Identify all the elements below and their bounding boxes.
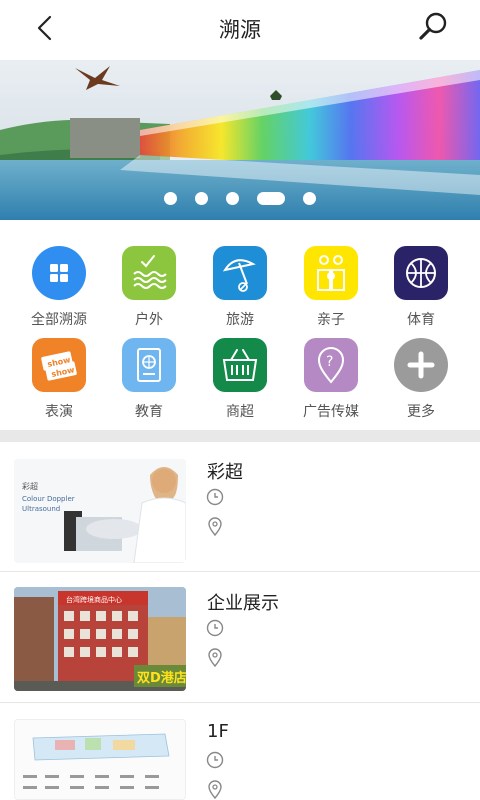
svg-text:?: ? [326,354,333,370]
basket-icon [213,338,267,392]
page-title: 溯源 [219,18,261,42]
category-outdoor[interactable]: 户外 [104,236,194,328]
grid-icon [32,246,86,300]
item-thumbnail [14,719,186,800]
app-header: 溯源 [0,0,480,56]
carousel-dot-active[interactable] [257,192,285,205]
clock-icon [206,751,224,769]
item-thumbnail: 台湾跨境商品中心 双D港店 [14,587,186,691]
carousel-indicator[interactable] [0,192,480,206]
list-item[interactable]: 台湾跨境商品中心 双D港店 企业展示 [0,573,480,703]
carousel-dot[interactable] [164,192,177,205]
basketball-icon [394,246,448,300]
category-family[interactable]: 亲子 [286,236,376,328]
outdoor-icon [122,246,176,300]
carousel-dot[interactable] [195,192,208,205]
umbrella-icon [213,246,267,300]
category-label: 表演 [45,404,73,420]
category-label: 户外 [135,312,163,328]
carousel-dot[interactable] [303,192,316,205]
category-label: 更多 [407,404,435,420]
carousel-dot[interactable] [226,192,239,205]
category-label: 亲子 [317,312,345,328]
category-label: 旅游 [226,312,254,328]
show-ticket-icon: show show [32,338,86,392]
category-label: 教育 [135,404,163,420]
category-label: 全部溯源 [31,312,87,328]
clock-icon [206,619,224,637]
family-icon [304,246,358,300]
location-question-icon: ? [304,338,358,392]
plus-icon [394,338,448,392]
category-all[interactable]: 全部溯源 [14,236,104,328]
location-pin-icon [206,647,224,668]
svg-text:Ultrasound: Ultrasound [22,505,60,513]
section-divider [0,430,480,442]
item-title: 1F [207,721,229,742]
item-title: 企业展示 [207,593,279,614]
clock-icon [206,488,224,506]
category-grid: 全部溯源 户外 旅游 亲子 体育 show show 表演 教育 商超 ? 广告… [0,236,480,428]
thumb-caption: 彩超 [22,481,38,491]
category-travel[interactable]: 旅游 [195,236,285,328]
category-supermarket[interactable]: 商超 [195,328,285,420]
category-label: 广告传媒 [303,404,359,420]
item-title: 彩超 [207,462,243,483]
passport-icon [122,338,176,392]
list-item[interactable]: 1F [0,705,480,800]
category-education[interactable]: 教育 [104,328,194,420]
location-pin-icon [206,779,224,800]
item-thumbnail: 彩超 Colour Doppler Ultrasound [14,459,186,563]
location-pin-icon [206,516,224,537]
thumb-tag: 双D港店 [137,670,186,686]
category-advertising[interactable]: ? 广告传媒 [286,328,376,420]
list-item[interactable]: 彩超 Colour Doppler Ultrasound 彩超 [0,442,480,572]
category-label: 体育 [407,312,435,328]
svg-text:Colour Doppler: Colour Doppler [22,495,75,503]
search-icon[interactable] [416,10,450,44]
category-more[interactable]: 更多 [376,328,466,420]
thumb-sign: 台湾跨境商品中心 [66,595,122,604]
category-label: 商超 [226,404,254,420]
category-show[interactable]: show show 表演 [14,328,104,420]
category-sports[interactable]: 体育 [376,236,466,328]
